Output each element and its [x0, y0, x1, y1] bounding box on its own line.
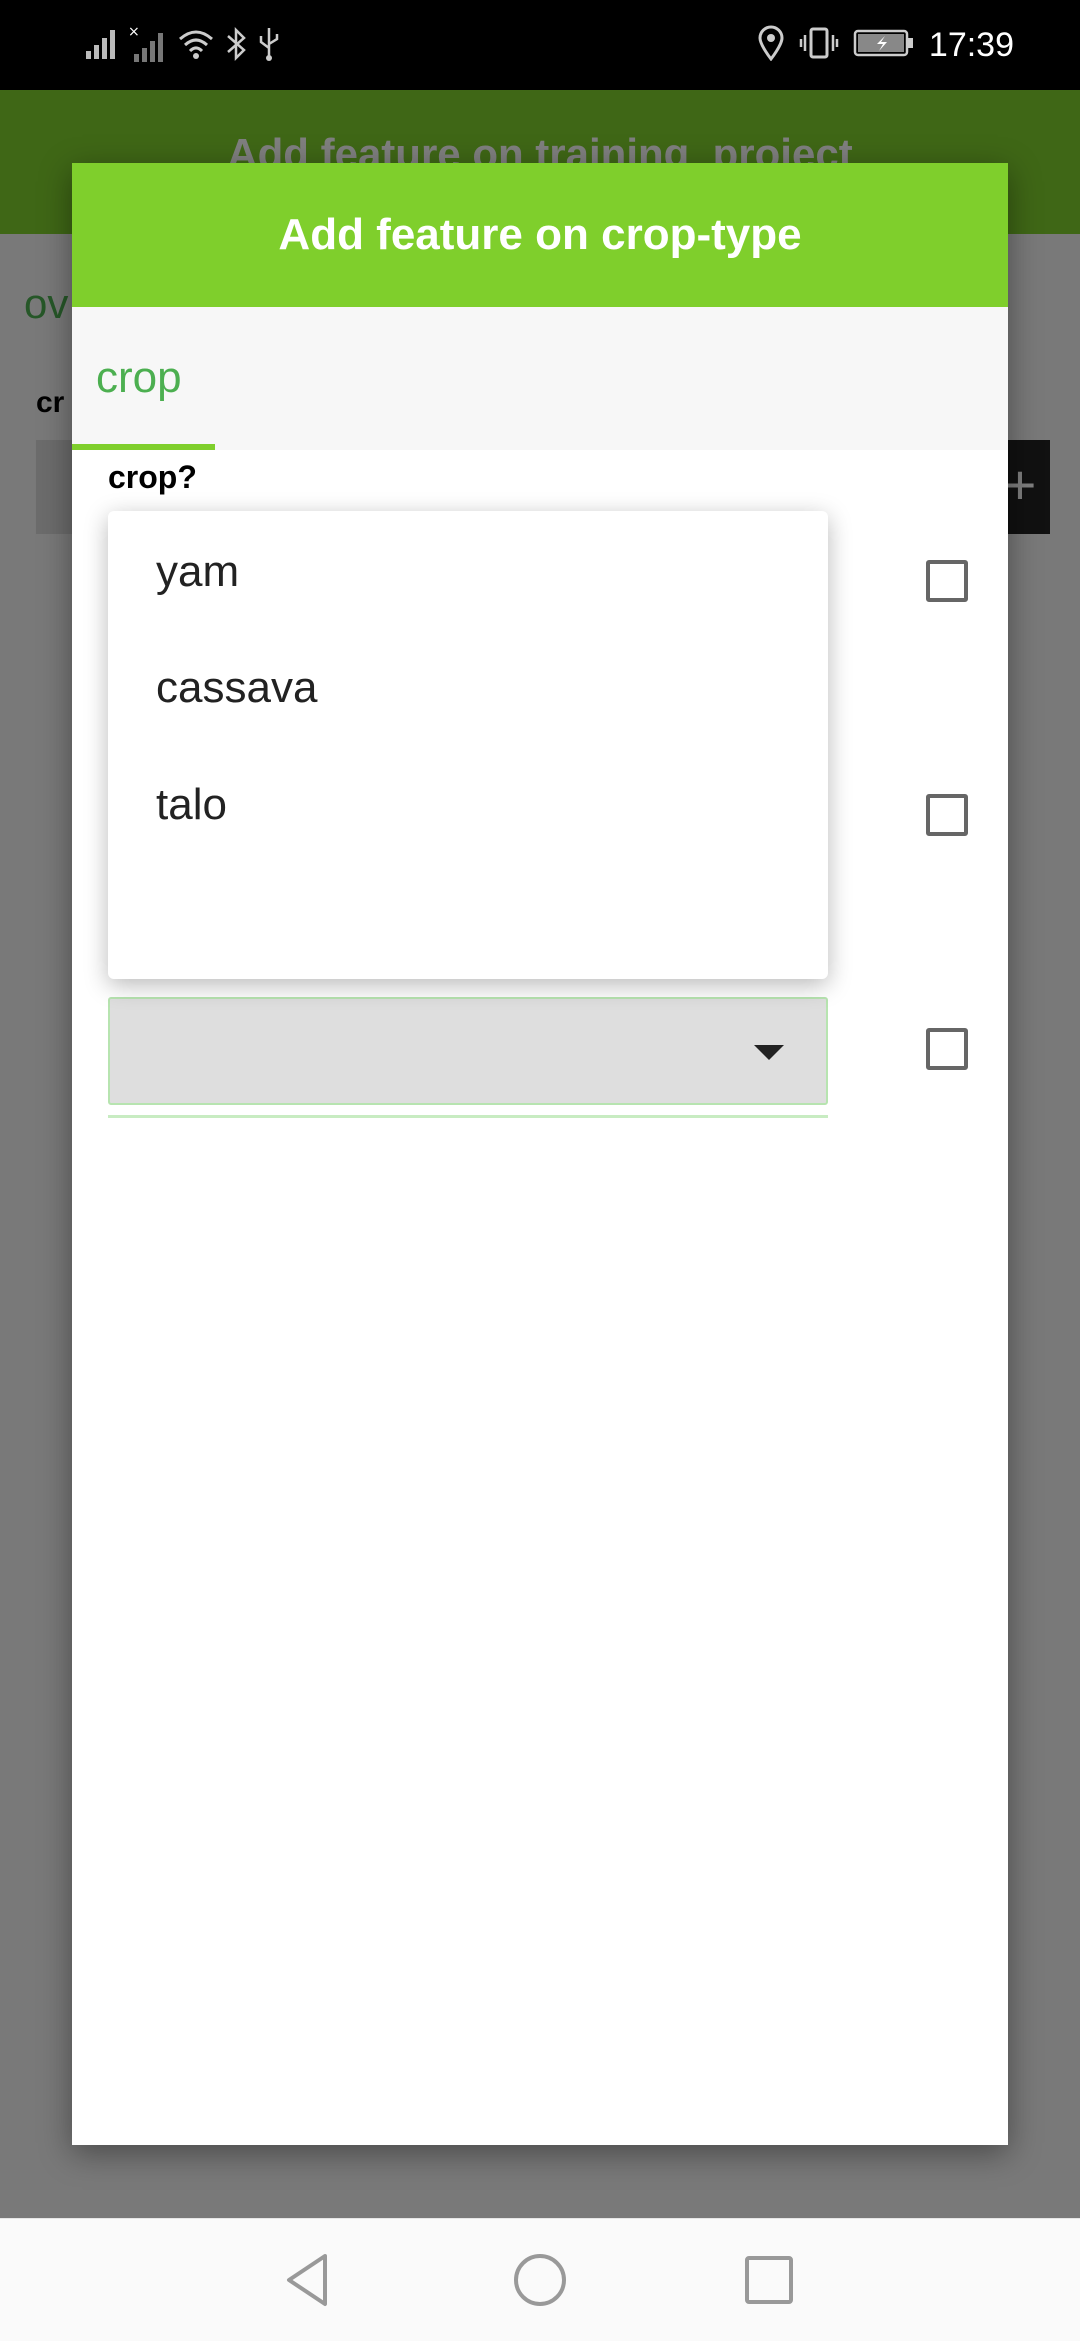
dropdown-menu: yam cassava talo	[108, 511, 828, 979]
select-underline	[108, 1115, 828, 1118]
dialog-title: Add feature on crop-type	[278, 210, 802, 259]
navigation-bar	[0, 2218, 1080, 2341]
location-icon	[757, 25, 785, 66]
tab-crop[interactable]: crop	[72, 307, 215, 450]
back-icon[interactable]	[276, 2247, 342, 2313]
battery-charging-icon	[853, 28, 915, 63]
checkbox-cassava[interactable]	[926, 794, 968, 836]
crop-select[interactable]	[108, 997, 828, 1105]
dropdown-option-talo[interactable]: talo	[156, 780, 227, 830]
vibrate-icon	[799, 25, 839, 66]
tab-indicator	[72, 444, 215, 450]
clock: 17:39	[928, 25, 1014, 64]
dialog-header: Add feature on crop-type	[72, 163, 1008, 307]
wifi-icon	[176, 27, 216, 66]
question-label: crop?	[108, 459, 197, 495]
svg-text:×: ×	[128, 24, 140, 40]
status-icons-left: ×	[84, 24, 282, 69]
tab-label: crop	[96, 353, 182, 402]
signal-no-sim-icon: ×	[128, 24, 168, 69]
recents-icon[interactable]	[736, 2247, 802, 2313]
dropdown-option-cassava[interactable]: cassava	[156, 663, 317, 713]
status-bar: × 17:39	[0, 0, 1080, 90]
checkbox-talo[interactable]	[926, 1028, 968, 1070]
dialog-tab-bar: crop	[72, 307, 1008, 450]
usb-icon	[256, 26, 282, 67]
add-feature-dialog: Add feature on crop-type crop crop?	[72, 163, 1008, 2145]
dropdown-option-yam[interactable]: yam	[156, 547, 239, 597]
home-icon[interactable]	[507, 2247, 573, 2313]
status-icons-right: 17:39	[757, 22, 1014, 68]
checkbox-yam[interactable]	[926, 560, 968, 602]
bluetooth-icon	[224, 26, 248, 67]
dropdown-arrow-icon	[754, 1045, 784, 1060]
signal-icon	[84, 27, 120, 66]
